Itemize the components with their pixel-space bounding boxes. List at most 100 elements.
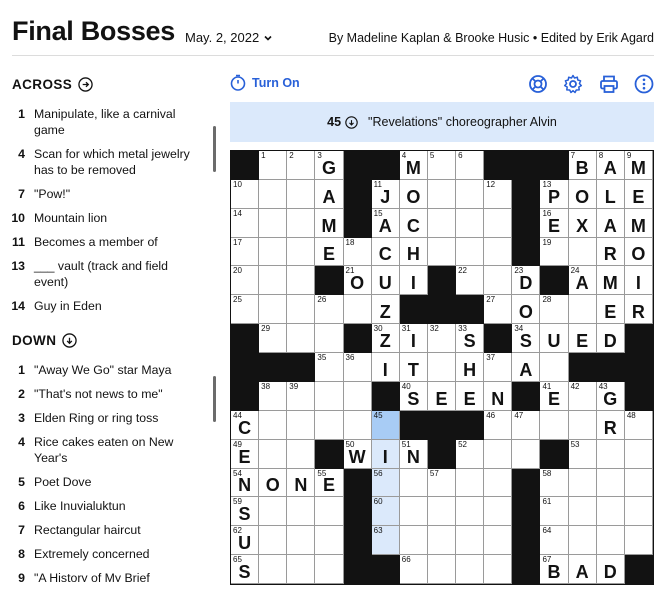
grid-cell[interactable] bbox=[484, 237, 513, 267]
grid-cell[interactable]: 51 N bbox=[399, 439, 428, 469]
grid-cell[interactable] bbox=[259, 497, 288, 527]
grid-cell[interactable]: E bbox=[456, 381, 485, 411]
grid-cell[interactable] bbox=[343, 381, 372, 411]
active-clue-bar[interactable]: 45 "Revelations" choreographer Alvin bbox=[230, 102, 654, 142]
grid-cell[interactable]: 64 bbox=[540, 526, 569, 556]
grid-cell[interactable] bbox=[624, 497, 653, 527]
grid-cell[interactable]: 56 bbox=[371, 468, 400, 498]
down-clue-item[interactable]: 2 "That's not news to me" bbox=[0, 382, 206, 406]
grid-cell[interactable]: 5 bbox=[427, 151, 457, 180]
grid-cell[interactable] bbox=[259, 439, 288, 469]
grid-cell[interactable] bbox=[456, 208, 485, 238]
down-clue-item[interactable]: 9 "A History of My Brief bbox=[0, 566, 206, 582]
grid-cell[interactable] bbox=[259, 410, 288, 440]
grid-cell[interactable] bbox=[568, 497, 597, 527]
grid-cell[interactable]: E bbox=[624, 179, 653, 209]
grid-cell[interactable]: E bbox=[596, 295, 625, 325]
across-heading[interactable]: ACROSS bbox=[0, 72, 218, 96]
grid-cell[interactable] bbox=[512, 439, 541, 469]
grid-cell[interactable]: 3G bbox=[315, 151, 344, 180]
grid-cell[interactable]: 6 bbox=[456, 151, 485, 180]
across-clue-item[interactable]: 13 ___ vault (track and field event) bbox=[0, 254, 206, 294]
grid-cell[interactable] bbox=[624, 526, 653, 556]
grid-cell[interactable]: 36 bbox=[343, 353, 372, 382]
grid-cell[interactable]: 65 S bbox=[231, 555, 260, 584]
grid-cell[interactable] bbox=[596, 468, 625, 498]
grid-cell[interactable] bbox=[456, 468, 485, 498]
across-clue-item[interactable]: 1 Manipulate, like a carnival game bbox=[0, 102, 206, 142]
across-clue-list[interactable]: 1 Manipulate, like a carnival game 4 Scan f… bbox=[0, 102, 218, 318]
grid-cell[interactable]: 7B bbox=[568, 151, 597, 180]
grid-cell[interactable] bbox=[568, 410, 597, 440]
grid-cell[interactable] bbox=[456, 526, 485, 556]
settings-button[interactable] bbox=[563, 74, 583, 94]
print-button[interactable] bbox=[599, 74, 619, 94]
grid-cell[interactable] bbox=[399, 497, 428, 527]
grid-cell[interactable]: M bbox=[624, 208, 653, 238]
grid-cell[interactable]: 38 bbox=[259, 381, 288, 411]
grid-cell[interactable]: 19 bbox=[540, 237, 569, 267]
grid-cell[interactable] bbox=[259, 179, 288, 209]
grid-cell[interactable]: 37 bbox=[484, 353, 513, 382]
grid-cell[interactable] bbox=[287, 179, 316, 209]
grid-cell[interactable] bbox=[259, 295, 288, 325]
grid-cell[interactable]: 34 S bbox=[512, 324, 541, 354]
grid-cell[interactable]: C bbox=[371, 237, 400, 267]
grid-cell[interactable] bbox=[399, 526, 428, 556]
grid-cell[interactable]: 14 bbox=[231, 208, 260, 238]
date-dropdown[interactable]: May. 2, 2022 bbox=[185, 30, 273, 45]
grid-cell[interactable]: 32 bbox=[427, 324, 457, 354]
grid-cell[interactable]: I bbox=[371, 439, 400, 469]
grid-cell[interactable]: 8A bbox=[596, 151, 625, 180]
grid-cell[interactable]: O bbox=[568, 179, 597, 209]
grid-cell[interactable] bbox=[343, 410, 372, 440]
grid-cell[interactable] bbox=[596, 497, 625, 527]
grid-cell[interactable]: A bbox=[596, 208, 625, 238]
grid-cell[interactable] bbox=[427, 237, 457, 267]
grid-cell[interactable]: 12 bbox=[484, 179, 513, 209]
down-scrollbar[interactable] bbox=[213, 376, 216, 422]
grid-cell[interactable]: 45 bbox=[371, 410, 400, 440]
grid-cell[interactable]: 53 bbox=[568, 439, 597, 469]
grid-cell[interactable] bbox=[315, 410, 344, 440]
grid-cell[interactable]: 55 E bbox=[315, 468, 344, 498]
grid-cell[interactable] bbox=[427, 179, 457, 209]
across-clue-item[interactable]: 14 Guy in Eden bbox=[0, 294, 206, 318]
grid-cell[interactable] bbox=[596, 526, 625, 556]
down-clue-item[interactable]: 4 Rice cakes eaten on New Year's bbox=[0, 430, 206, 470]
grid-cell[interactable]: 62 U bbox=[231, 526, 260, 556]
grid-cell[interactable]: 59 S bbox=[231, 497, 260, 527]
down-clue-item[interactable]: 5 Poet Dove bbox=[0, 470, 206, 494]
grid-cell[interactable]: O bbox=[512, 295, 541, 325]
grid-cell[interactable] bbox=[287, 237, 316, 267]
grid-cell[interactable]: A bbox=[315, 179, 344, 209]
grid-cell[interactable] bbox=[484, 526, 513, 556]
grid-cell[interactable]: T bbox=[399, 353, 428, 382]
grid-cell[interactable]: 44 C bbox=[231, 410, 260, 440]
grid-cell[interactable]: 2 bbox=[287, 151, 316, 180]
grid-cell[interactable]: U bbox=[540, 324, 569, 354]
across-clue-item[interactable]: 11 Becomes a member of bbox=[0, 230, 206, 254]
grid-cell[interactable] bbox=[287, 555, 316, 584]
grid-cell[interactable] bbox=[484, 208, 513, 238]
grid-cell[interactable]: D bbox=[596, 324, 625, 354]
grid-cell[interactable]: E bbox=[315, 237, 344, 267]
grid-cell[interactable]: 33 S bbox=[456, 324, 485, 354]
grid-cell[interactable]: X bbox=[568, 208, 597, 238]
grid-cell[interactable]: 10 bbox=[231, 179, 260, 209]
grid-cell[interactable] bbox=[568, 468, 597, 498]
grid-cell[interactable]: 58 bbox=[540, 468, 569, 498]
grid-cell[interactable] bbox=[456, 497, 485, 527]
grid-cell[interactable]: L bbox=[596, 179, 625, 209]
grid-cell[interactable]: 23 D bbox=[512, 266, 541, 296]
grid-cell[interactable]: 28 bbox=[540, 295, 569, 325]
timer-turn-on-button[interactable]: Turn On bbox=[230, 74, 300, 91]
grid-cell[interactable]: N bbox=[484, 381, 513, 411]
grid-cell[interactable] bbox=[568, 295, 597, 325]
grid-cell[interactable]: 54 N bbox=[231, 468, 260, 498]
grid-cell[interactable] bbox=[287, 266, 316, 296]
grid-cell[interactable]: 60 bbox=[371, 497, 400, 527]
grid-cell[interactable] bbox=[624, 439, 653, 469]
grid-cell[interactable]: R bbox=[596, 410, 625, 440]
grid-cell[interactable]: 61 bbox=[540, 497, 569, 527]
